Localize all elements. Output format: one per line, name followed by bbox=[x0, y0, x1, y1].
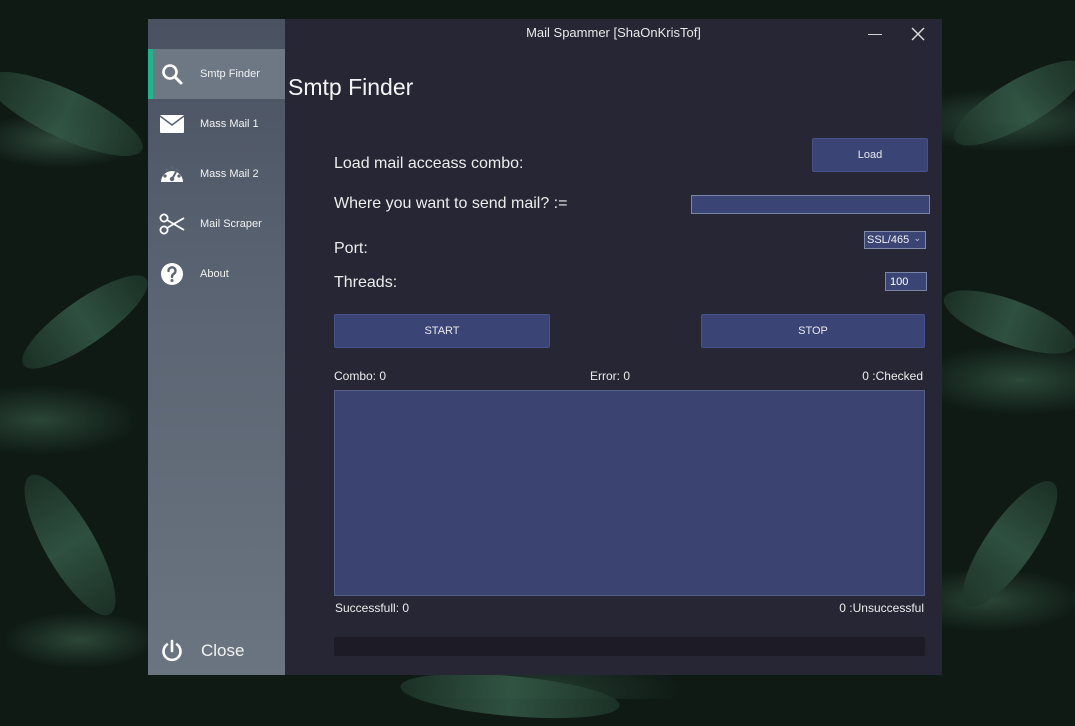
sidebar-item-label: Smtp Finder bbox=[200, 68, 260, 80]
combo-count: Combo: 0 bbox=[334, 369, 387, 383]
gauge-icon bbox=[159, 161, 185, 187]
load-button[interactable]: Load bbox=[812, 138, 928, 172]
send-to-input[interactable] bbox=[691, 195, 930, 214]
background-leaf bbox=[936, 277, 1075, 367]
sidebar-item-about[interactable]: About bbox=[148, 249, 285, 299]
port-select[interactable]: SSL/465 ⌄ bbox=[864, 231, 926, 249]
send-to-label: Where you want to send mail? := bbox=[334, 195, 568, 212]
unsuccessful-count: 0 :Unsuccessful bbox=[839, 601, 924, 615]
close-window-button[interactable] bbox=[907, 23, 929, 45]
sidebar-item-mass-mail-2[interactable]: Mass Mail 2 bbox=[148, 149, 285, 199]
background-leaf bbox=[398, 666, 622, 726]
close-icon bbox=[911, 27, 925, 41]
output-log[interactable] bbox=[334, 390, 925, 596]
sidebar-item-label: Mass Mail 2 bbox=[200, 168, 259, 180]
background-leaf bbox=[943, 45, 1075, 161]
sidebar-item-label: About bbox=[200, 268, 229, 280]
port-selected-value: SSL/465 bbox=[867, 234, 910, 246]
scissors-icon bbox=[159, 211, 185, 237]
page-title: Smtp Finder bbox=[288, 74, 414, 100]
question-icon bbox=[159, 261, 185, 287]
start-button[interactable]: START bbox=[334, 314, 550, 348]
progress-bar bbox=[334, 637, 925, 656]
app-window: Smtp Finder Mass Mail 1 Mass Mail 2 Mail… bbox=[148, 19, 942, 675]
background-leaf bbox=[0, 56, 153, 172]
minimize-button[interactable]: — bbox=[865, 25, 885, 43]
sidebar: Smtp Finder Mass Mail 1 Mass Mail 2 Mail… bbox=[148, 19, 285, 675]
threads-input[interactable] bbox=[885, 272, 927, 291]
sidebar-item-smtp-finder[interactable]: Smtp Finder bbox=[148, 49, 285, 99]
close-app-button[interactable]: Close bbox=[148, 631, 285, 671]
checked-count: 0 :Checked bbox=[862, 369, 923, 383]
sidebar-item-mail-scraper[interactable]: Mail Scraper bbox=[148, 199, 285, 249]
close-label: Close bbox=[201, 641, 245, 660]
sidebar-item-mass-mail-1[interactable]: Mass Mail 1 bbox=[148, 99, 285, 149]
successful-count: Successfull: 0 bbox=[335, 601, 410, 615]
chevron-down-icon: ⌄ bbox=[913, 233, 921, 243]
background-leaf bbox=[947, 468, 1073, 620]
load-combo-label: Load mail acceass combo: bbox=[334, 155, 524, 172]
stop-button[interactable]: STOP bbox=[701, 314, 925, 348]
background-leaf bbox=[8, 463, 132, 627]
sidebar-item-label: Mail Scraper bbox=[200, 218, 262, 230]
envelope-icon bbox=[159, 111, 185, 137]
port-label: Port: bbox=[334, 240, 368, 257]
search-icon bbox=[159, 61, 185, 87]
sidebar-item-label: Mass Mail 1 bbox=[200, 118, 259, 130]
error-count: Error: 0 bbox=[590, 369, 631, 383]
threads-label: Threads: bbox=[334, 274, 398, 291]
power-icon bbox=[159, 638, 185, 664]
window-title: Mail Spammer [ShaOnKrisTof] bbox=[526, 25, 701, 40]
background-leaf bbox=[10, 260, 160, 384]
